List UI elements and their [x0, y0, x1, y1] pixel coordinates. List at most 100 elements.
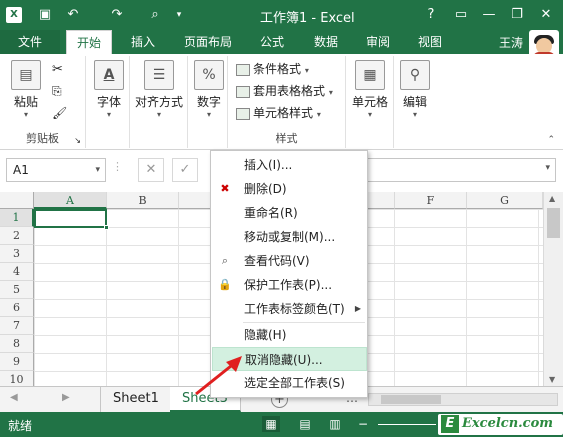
column-header[interactable]: G	[467, 192, 543, 209]
fill-handle[interactable]	[104, 225, 109, 230]
menu-item-tab-color[interactable]: 工作表标签颜色(T) ▶	[212, 297, 367, 321]
group-number: % 数字 ▾	[188, 56, 228, 148]
scroll-thumb[interactable]	[381, 395, 441, 404]
font-icon: A	[94, 60, 124, 90]
row-header[interactable]: 7	[0, 317, 34, 335]
formula-input[interactable]: ▾	[366, 158, 556, 182]
format-painter-icon[interactable]: 🖌	[52, 106, 67, 120]
undo-icon[interactable]: ↶	[64, 6, 82, 24]
select-all-corner[interactable]	[0, 192, 34, 209]
scroll-thumb[interactable]	[547, 208, 560, 238]
tab-formulas[interactable]: 公式	[250, 30, 294, 54]
row-header[interactable]: 1	[0, 209, 34, 227]
scroll-down-icon[interactable]: ▼	[549, 375, 555, 384]
font-button[interactable]: A 字体 ▾	[92, 60, 126, 119]
menu-item-insert[interactable]: 插入(I)...	[212, 153, 367, 177]
row-header[interactable]: 5	[0, 281, 34, 299]
group-editing: ⚲ 编辑 ▾	[394, 56, 434, 148]
zoom-slider[interactable]	[378, 424, 436, 425]
column-header[interactable]: B	[107, 192, 179, 209]
row-header[interactable]: 2	[0, 227, 34, 245]
active-cell[interactable]	[34, 209, 109, 230]
expand-formula-icon[interactable]: ▾	[545, 163, 550, 173]
tab-view[interactable]: 视图	[408, 30, 452, 54]
view-code-icon: ⌕	[221, 254, 229, 267]
watermark-e-icon: E	[441, 415, 459, 433]
menu-item-delete[interactable]: ✖ 删除(D)	[212, 177, 367, 201]
menu-item-rename[interactable]: 重命名(R)	[212, 201, 367, 225]
group-alignment: ☰ 对齐方式 ▾	[130, 56, 188, 148]
paste-button[interactable]: ▤ 粘贴 ▾	[8, 60, 44, 119]
vertical-scrollbar[interactable]: ▲ ▼	[543, 192, 563, 386]
group-styles: 条件格式 ▾ 套用表格格式 ▾ 单元格样式 ▾ 样式	[228, 56, 346, 148]
format-as-table-label: 套用表格格式	[253, 84, 326, 98]
column-header[interactable]: F	[395, 192, 467, 209]
copy-icon[interactable]: ⎘	[52, 84, 62, 99]
ribbon-display-button[interactable]: ▭	[450, 5, 472, 25]
horizontal-scrollbar[interactable]	[368, 393, 558, 406]
collapse-ribbon-icon[interactable]: ⌃	[547, 135, 555, 145]
save-icon[interactable]: ▣	[36, 6, 54, 24]
number-button[interactable]: % 数字 ▾	[192, 60, 226, 119]
user-name[interactable]: 王涛	[499, 34, 523, 51]
percent-icon: %	[194, 60, 224, 90]
alignment-button[interactable]: ☰ 对齐方式 ▾	[132, 60, 186, 119]
menu-item-move-copy[interactable]: 移动或复制(M)...	[212, 225, 367, 249]
tab-insert[interactable]: 插入	[120, 30, 166, 54]
cut-icon[interactable]: ✂	[52, 62, 63, 77]
cell-styles-button[interactable]: 单元格样式 ▾	[236, 104, 321, 124]
normal-view-icon[interactable]: ▦	[262, 416, 280, 432]
help-button[interactable]: ?	[420, 5, 442, 25]
menu-item-hide[interactable]: 隐藏(H)	[212, 323, 367, 347]
menu-item-protect-sheet[interactable]: 🔒 保护工作表(P)...	[212, 273, 367, 297]
row-header[interactable]: 3	[0, 245, 34, 263]
number-label: 数字	[196, 95, 221, 109]
page-layout-view-icon[interactable]: ▤	[296, 416, 314, 432]
dialog-launcher-icon[interactable]: ↘	[74, 136, 81, 145]
zoom-out-icon[interactable]: −	[354, 416, 372, 432]
row-header[interactable]: 4	[0, 263, 34, 281]
row-header[interactable]: 6	[0, 299, 34, 317]
enter-formula-button[interactable]: ✓	[172, 158, 198, 182]
group-clipboard: ▤ 粘贴 ▾ ✂ ⎘ 🖌 剪贴板 ↘	[0, 56, 86, 148]
print-preview-icon[interactable]: ⌕	[146, 6, 164, 24]
next-sheet-icon[interactable]: ▶	[62, 392, 70, 403]
tab-data[interactable]: 数据	[304, 30, 348, 54]
scroll-up-icon[interactable]: ▲	[549, 194, 555, 203]
page-break-view-icon[interactable]: ▥	[326, 416, 344, 432]
menu-item-view-code[interactable]: ⌕ 查看代码(V)	[212, 249, 367, 273]
row-header[interactable]: 10	[0, 371, 34, 386]
conditional-format-icon	[236, 63, 250, 76]
tab-home[interactable]: 开始	[66, 30, 112, 54]
row-header[interactable]: 9	[0, 353, 34, 371]
menu-item-label: 重命名(R)	[244, 206, 298, 220]
minimize-button[interactable]: —	[478, 5, 500, 25]
conditional-format-label: 条件格式	[253, 62, 302, 76]
submenu-arrow-icon: ▶	[354, 304, 361, 313]
menu-item-label: 工作表标签颜色(T)	[244, 302, 345, 316]
format-as-table-button[interactable]: 套用表格格式 ▾	[236, 82, 333, 102]
tab-file[interactable]: 文件	[0, 30, 60, 54]
ribbon: ▤ 粘贴 ▾ ✂ ⎘ 🖌 剪贴板 ↘ A 字体 ▾ ☰ 对齐方式 ▾ % 数字 …	[0, 54, 563, 150]
prev-sheet-icon[interactable]: ◀	[10, 392, 18, 403]
group-font: A 字体 ▾	[86, 56, 130, 148]
column-header[interactable]: A	[34, 192, 107, 209]
close-button[interactable]: ✕	[535, 5, 557, 25]
redo-icon[interactable]: ↷	[108, 6, 126, 24]
menu-item-label: 查看代码(V)	[244, 254, 310, 268]
menu-item-label: 隐藏(H)	[244, 328, 287, 342]
row-header[interactable]: 8	[0, 335, 34, 353]
tab-review[interactable]: 审阅	[356, 30, 400, 54]
tab-page-layout[interactable]: 页面布局	[176, 30, 240, 54]
restore-button[interactable]: ❐	[506, 5, 528, 25]
menu-item-label: 选定全部工作表(S)	[244, 376, 345, 390]
chevron-down-icon[interactable]: ▾	[95, 159, 100, 181]
editing-button[interactable]: ⚲ 编辑 ▾	[398, 60, 432, 119]
cancel-formula-button[interactable]: ✕	[138, 158, 164, 182]
name-box[interactable]: A1 ▾	[6, 158, 106, 182]
cells-button[interactable]: ▦ 单元格 ▾	[348, 60, 392, 119]
conditional-format-button[interactable]: 条件格式 ▾	[236, 60, 309, 80]
customize-toolbar-icon[interactable]: ▾	[170, 6, 188, 24]
sheet-tab-sheet1[interactable]: Sheet1	[100, 387, 172, 412]
title-bar: X ▣ ↶ ↷ ⌕ ▾ 工作簿1 - Excel ? ▭ — ❐ ✕	[0, 0, 563, 30]
